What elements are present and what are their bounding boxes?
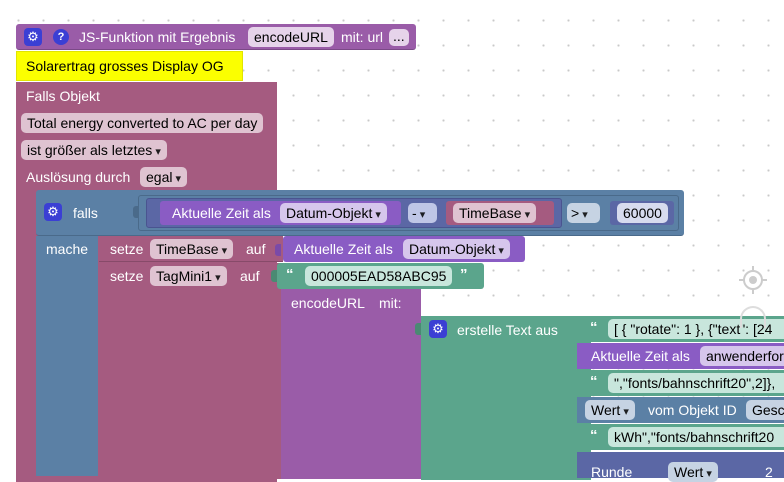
time-format-dropdown[interactable]: Datum-Objekt bbox=[280, 203, 387, 223]
set1-variable-dropdown[interactable]: TimeBase bbox=[150, 239, 234, 259]
comment-text: Solarertrag grosses Display OG bbox=[26, 58, 224, 74]
function-name-field[interactable]: encodeURL bbox=[248, 27, 334, 47]
text-item-3-field[interactable]: ","fonts/bahnschrift20",2]}, bbox=[608, 373, 784, 393]
item3-open-quote-icon: “ bbox=[590, 373, 598, 390]
function-params-button[interactable]: ... bbox=[389, 29, 409, 46]
item4-wert-dropdown[interactable]: Wert bbox=[585, 400, 635, 420]
set2-open-quote-icon: “ bbox=[286, 266, 294, 283]
recenter-icon[interactable] bbox=[738, 265, 768, 295]
notch-4 bbox=[415, 323, 421, 335]
trigger-ausloesung-label: Auslösung durch bbox=[26, 169, 131, 185]
notch-3 bbox=[271, 270, 277, 282]
text-item-5-field[interactable]: kWh","fonts/bahnschrift20 bbox=[608, 427, 784, 447]
trigger-condition-dropdown[interactable]: ist größer als letztes bbox=[21, 140, 167, 160]
create-text-block[interactable] bbox=[421, 316, 591, 480]
help-icon[interactable]: ? bbox=[53, 29, 69, 45]
set2-setze-label: setze bbox=[110, 268, 144, 284]
encodeurl-call-block[interactable] bbox=[281, 289, 421, 479]
trigger-ausloesung-dropdown[interactable]: egal bbox=[140, 167, 188, 187]
item4-label: vom Objekt ID bbox=[648, 402, 737, 418]
item6-wert-dropdown[interactable]: Wert bbox=[668, 462, 718, 482]
timebase-variable-dropdown[interactable]: TimeBase bbox=[453, 203, 537, 223]
notch-1 bbox=[133, 206, 139, 218]
trigger-falls-objekt-label: Falls Objekt bbox=[26, 88, 100, 104]
set2-variable-dropdown[interactable]: TagMini1 bbox=[150, 266, 227, 286]
set1-time-format-dropdown[interactable]: Datum-Objekt bbox=[403, 239, 510, 259]
set2-auf-label: auf bbox=[240, 268, 260, 284]
time-label: Aktuelle Zeit als bbox=[172, 205, 271, 221]
item6-label: Runde bbox=[591, 464, 633, 480]
set2-text-field[interactable]: 000005EAD58ABC95 bbox=[305, 266, 453, 286]
settings-gear-icon[interactable]: ⚙ bbox=[24, 28, 42, 46]
compare-value-field[interactable]: 60000 bbox=[617, 203, 668, 223]
set2-close-quote-icon: ” bbox=[460, 266, 468, 283]
encodeurl-mit-label: mit: bbox=[379, 295, 402, 311]
trigger-object-name-field[interactable]: Total energy converted to AC per day bbox=[21, 113, 264, 133]
set1-auf-label: auf bbox=[246, 241, 266, 257]
compare-operator-dropdown[interactable]: > bbox=[567, 203, 600, 223]
item5-open-quote-icon: “ bbox=[590, 427, 598, 444]
notch-2 bbox=[275, 244, 281, 256]
item1-open-quote-icon: “ bbox=[590, 319, 598, 336]
set1-time-label: Aktuelle Zeit als bbox=[294, 241, 393, 257]
create-text-gear-icon[interactable]: ⚙ bbox=[429, 320, 447, 338]
item4-object-id-field[interactable]: Gesc bbox=[746, 400, 784, 420]
if-falls-label: falls bbox=[73, 205, 98, 221]
create-text-label: erstelle Text aus bbox=[457, 322, 558, 338]
set-block-column bbox=[99, 289, 283, 479]
set1-setze-label: setze bbox=[110, 241, 144, 257]
minus-operator-dropdown[interactable]: - bbox=[408, 203, 437, 223]
function-title: JS-Funktion mit Ergebnis bbox=[79, 29, 236, 45]
function-param-label: mit: url bbox=[341, 29, 383, 45]
zoom-control-icon[interactable] bbox=[740, 306, 766, 328]
item6-extra-value: 2 bbox=[765, 464, 773, 480]
if-mache-label: mache bbox=[46, 241, 89, 257]
item2-label: Aktuelle Zeit als bbox=[591, 348, 690, 364]
if-block-body bbox=[36, 236, 98, 476]
encodeurl-call-label: encodeURL bbox=[291, 295, 365, 311]
if-settings-gear-icon[interactable]: ⚙ bbox=[44, 203, 62, 221]
item2-format-field[interactable]: anwenderfor bbox=[700, 346, 784, 366]
